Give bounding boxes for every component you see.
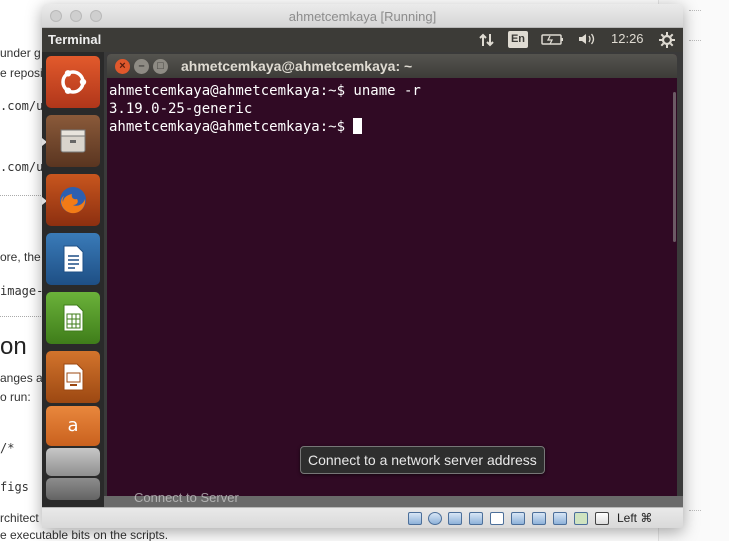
bg-code-line: .com/u xyxy=(0,160,44,174)
bg-code-line: /* xyxy=(0,441,15,455)
libreoffice-writer-icon[interactable] xyxy=(46,233,100,285)
mouse-integration-icon[interactable] xyxy=(574,512,588,525)
removable-drive-icon[interactable] xyxy=(46,478,100,500)
bg-text-line: under g xyxy=(0,46,41,60)
ubuntu-guest-screen[interactable]: Terminal En 12:26 a × – □ ahmetcemkaya@a… xyxy=(42,28,683,507)
host-key-arrow-icon[interactable] xyxy=(595,512,609,525)
unity-launcher: a xyxy=(42,52,104,507)
bg-text-line: rchitect xyxy=(0,511,39,525)
host-key-label: Left ⌘ xyxy=(617,511,653,525)
bg-heading: on xyxy=(0,333,27,360)
video-capture-icon[interactable] xyxy=(532,512,546,525)
bg-text-line: anges a xyxy=(0,371,43,385)
ubuntu-top-panel: Terminal En 12:26 xyxy=(42,28,683,52)
clock-label[interactable]: 12:26 xyxy=(611,31,644,46)
active-app-name: Terminal xyxy=(48,32,102,47)
minimize-icon[interactable]: – xyxy=(134,59,149,74)
bg-text-line: e executable bits on the scripts. xyxy=(0,528,169,541)
firefox-icon[interactable] xyxy=(46,174,100,226)
close-icon[interactable]: × xyxy=(115,59,130,74)
terminal-scrollbar[interactable] xyxy=(673,78,677,496)
terminal-cursor xyxy=(353,118,363,134)
vbox-statusbar: Left ⌘ xyxy=(42,507,683,528)
guest-additions-icon[interactable] xyxy=(553,512,567,525)
bg-code-line: .com/u xyxy=(0,99,44,113)
terminal-window[interactable]: × – □ ahmetcemkaya@ahmetcemkaya: ~ ahmet… xyxy=(107,54,677,496)
terminal-titlebar[interactable]: × – □ ahmetcemkaya@ahmetcemkaya: ~ xyxy=(107,54,677,78)
bg-text-line: ore, the xyxy=(0,250,41,264)
terminal-prompt-line: ahmetcemkaya@ahmetcemkaya:~$ xyxy=(109,119,354,135)
tooltip: Connect to a network server address xyxy=(300,446,545,474)
bg-text-line: e reposi xyxy=(0,66,43,80)
terminal-title: ahmetcemkaya@ahmetcemkaya: ~ xyxy=(181,58,413,74)
network-icon[interactable] xyxy=(448,512,462,525)
libreoffice-impress-icon[interactable] xyxy=(46,351,100,403)
terminal-line: 3.19.0-25-generic xyxy=(109,101,253,117)
bg-code-line: figs xyxy=(0,480,29,494)
keyboard-layout-indicator[interactable]: En xyxy=(508,31,528,48)
ubuntu-dash-icon[interactable] xyxy=(46,56,100,108)
bg-divider xyxy=(0,316,45,317)
gear-icon[interactable] xyxy=(658,31,676,52)
svg-text:a: a xyxy=(67,415,78,436)
bg-text-line: o run: xyxy=(0,390,31,404)
shared-folders-icon[interactable] xyxy=(490,512,504,525)
maximize-icon[interactable]: □ xyxy=(153,59,168,74)
drive-icon[interactable] xyxy=(46,448,100,476)
volume-icon[interactable] xyxy=(577,31,597,50)
battery-icon[interactable] xyxy=(541,31,565,50)
usb-icon[interactable] xyxy=(469,512,483,525)
terminal-line: ahmetcemkaya@ahmetcemkaya:~$ uname -r xyxy=(109,83,421,99)
ghost-connect-to-server: Connect to Server xyxy=(134,490,239,505)
files-icon[interactable] xyxy=(46,115,100,167)
libreoffice-calc-icon[interactable] xyxy=(46,292,100,344)
hard-disk-icon[interactable] xyxy=(408,512,422,525)
bg-divider xyxy=(0,195,45,196)
display-icon[interactable] xyxy=(511,512,525,525)
terminal-output[interactable]: ahmetcemkaya@ahmetcemkaya:~$ uname -r 3.1… xyxy=(107,78,677,140)
vbox-window-title: ahmetcemkaya [Running] xyxy=(288,9,437,24)
vbox-titlebar[interactable]: ahmetcemkaya [Running] xyxy=(42,4,683,28)
transfer-arrows-icon[interactable] xyxy=(478,31,496,52)
desktop-behind: Connect to Server xyxy=(104,490,683,507)
optical-drive-icon[interactable] xyxy=(428,512,442,525)
virtualbox-window: ahmetcemkaya [Running] Terminal En 12:26 xyxy=(42,4,683,528)
bg-code-line: image- xyxy=(0,284,44,298)
amazon-icon[interactable]: a xyxy=(46,406,100,446)
